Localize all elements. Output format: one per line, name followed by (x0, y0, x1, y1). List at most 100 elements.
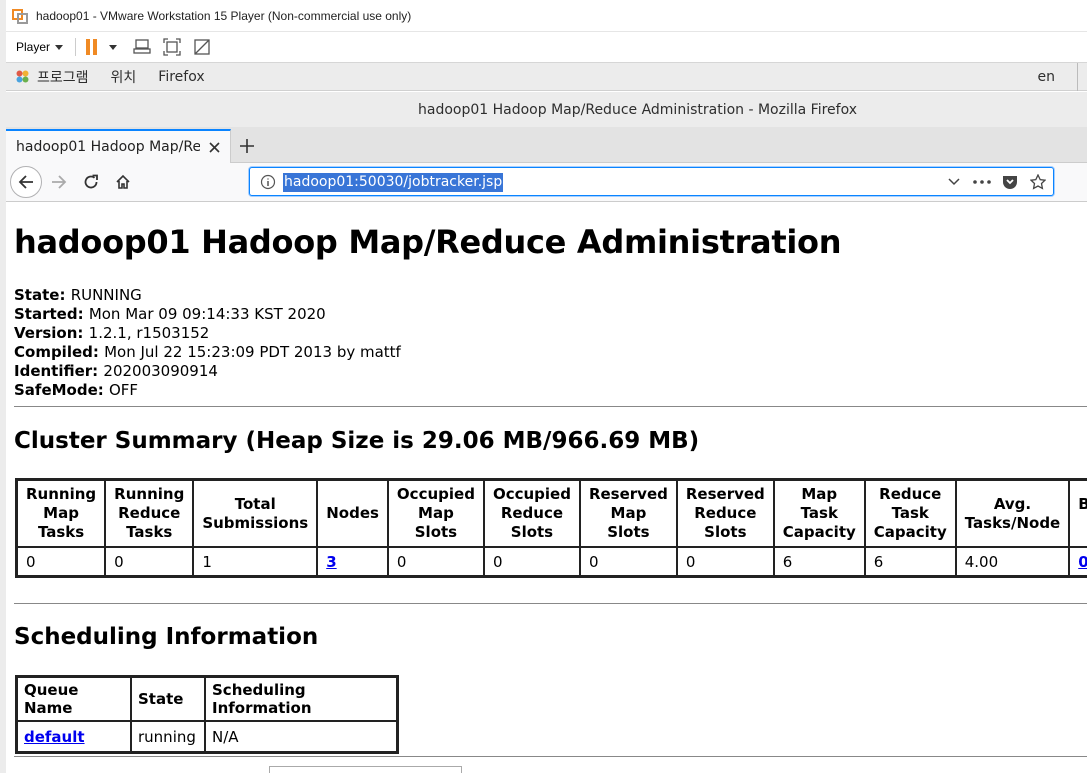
page-content: hadoop01 Hadoop Map/Reduce Administratio… (6, 203, 1087, 773)
url-text[interactable]: hadoop01:50030/jobtracker.jsp (283, 173, 504, 192)
unity-button[interactable] (191, 36, 213, 58)
table-cell: 1 (193, 547, 318, 576)
player-menu-label: Player (16, 40, 51, 54)
toolbar-divider (75, 38, 77, 56)
plus-icon (240, 139, 254, 153)
table-row: default running N/A (17, 721, 397, 752)
info-started: Started: Mon Mar 09 09:14:33 KST 2020 (14, 305, 326, 323)
queue-default-link[interactable]: default (24, 728, 85, 746)
table-cell: 0 (579, 547, 677, 576)
fullscreen-icon (163, 38, 181, 56)
player-menu-button[interactable]: Player (16, 40, 64, 54)
arrow-left-icon (18, 175, 33, 189)
tab-strip: hadoop01 Hadoop Map/Reduce Administratio… (6, 127, 1087, 163)
table-header: Occupied Map Slots (387, 480, 484, 547)
navigation-toolbar: hadoop01:50030/jobtracker.jsp (6, 163, 1087, 202)
cluster-summary-table: Running Map Tasks Running Reduce Tasks T… (15, 478, 1087, 578)
home-button[interactable] (108, 167, 138, 197)
pause-icon (86, 39, 91, 55)
table-cell: 0 (483, 547, 580, 576)
reload-icon (84, 174, 98, 189)
info-state: State: RUNNING (14, 286, 142, 304)
table-cell: 0 (105, 547, 194, 576)
table-cell: 0 (387, 547, 484, 576)
table-header: Nodes (317, 480, 388, 547)
table-cell: 0 (676, 547, 774, 576)
filter-input-partial[interactable] (269, 766, 462, 773)
panel-menu-places-label: 위치 (110, 69, 137, 86)
table-header: Reserved Map Slots (579, 480, 677, 547)
table-header: Running Reduce Tasks (105, 480, 194, 547)
applications-icon (16, 70, 29, 83)
table-cell: 6 (773, 547, 865, 576)
page-actions-menu-icon[interactable] (971, 172, 993, 192)
table-header: Running Map Tasks (17, 480, 106, 547)
panel-system-menu[interactable] (1077, 63, 1087, 91)
divider (14, 756, 1087, 757)
home-icon (116, 174, 130, 189)
pocket-icon[interactable] (999, 172, 1021, 192)
forward-button[interactable] (44, 167, 74, 197)
url-dropdown-chevron-icon[interactable] (943, 172, 965, 192)
table-cell: 0 (17, 547, 106, 576)
jobtracker-info: State: RUNNING Started: Mon Mar 09 09:14… (14, 286, 401, 400)
table-header: State (131, 677, 205, 721)
table-cell: running (131, 721, 205, 752)
scheduling-info-heading: Scheduling Information (14, 624, 319, 650)
url-bar[interactable]: hadoop01:50030/jobtracker.jsp (249, 167, 1054, 196)
table-cell: 6 (864, 547, 956, 576)
table-header: Blacklisted Nodes (1069, 480, 1087, 547)
table-header-row: Running Map Tasks Running Reduce Tasks T… (17, 480, 1087, 547)
back-button[interactable] (10, 166, 42, 198)
ctrl-alt-del-icon (133, 39, 151, 54)
page-title: hadoop01 Hadoop Map/Reduce Administratio… (14, 223, 842, 261)
divider (14, 603, 1087, 604)
pause-button[interactable] (86, 39, 98, 55)
blacklisted-nodes-link[interactable]: 0 (1078, 553, 1087, 571)
unity-icon (194, 39, 210, 55)
fullscreen-button[interactable] (161, 36, 183, 58)
keyboard-language-indicator[interactable]: en (1038, 69, 1056, 85)
panel-menu-firefox[interactable]: Firefox (158, 69, 204, 85)
table-row: 0 0 1 3 0 0 0 0 6 6 4.00 0 0 (17, 547, 1087, 576)
table-cell: 3 (317, 547, 388, 576)
vmware-window-title: hadoop01 - VMware Workstation 15 Player … (36, 8, 412, 23)
bookmark-star-icon[interactable] (1027, 172, 1049, 192)
table-header: Map Task Capacity (773, 480, 865, 547)
new-tab-button[interactable] (236, 135, 258, 157)
send-ctrl-alt-del-button[interactable] (131, 36, 153, 58)
vmware-toolbar: Player (0, 32, 1087, 63)
arrow-right-icon (52, 175, 67, 189)
chevron-down-icon (55, 44, 64, 50)
info-safemode: SafeMode: OFF (14, 381, 139, 399)
panel-menu-places[interactable]: 위치 (111, 67, 137, 87)
vmware-logo-icon (12, 7, 30, 25)
table-cell: default (17, 721, 131, 752)
panel-menu-applications[interactable]: 프로그램 (16, 67, 89, 87)
scheduling-info-table: Queue Name State Scheduling Information … (15, 675, 399, 754)
table-header: Total Submissions (193, 480, 318, 547)
firefox-window-title-bar: hadoop01 Hadoop Map/Reduce Administratio… (6, 92, 1087, 127)
panel-menu-applications-label: 프로그램 (37, 69, 89, 86)
table-header: Reduce Task Capacity (864, 480, 956, 547)
info-compiled: Compiled: Mon Jul 22 15:23:09 PDT 2013 b… (14, 343, 401, 361)
table-header: Occupied Reduce Slots (483, 480, 580, 547)
table-header: Scheduling Information (205, 677, 397, 721)
nodes-link[interactable]: 3 (326, 553, 336, 571)
vmware-title-bar: hadoop01 - VMware Workstation 15 Player … (0, 0, 1087, 32)
pause-dropdown-icon[interactable] (109, 44, 118, 50)
info-version: Version: 1.2.1, r1503152 (14, 324, 210, 342)
tab-jobtracker[interactable]: hadoop01 Hadoop Map/Reduce Administratio… (6, 129, 231, 163)
table-cell: 0 (1069, 547, 1087, 576)
table-cell: 4.00 (955, 547, 1070, 576)
tab-title: hadoop01 Hadoop Map/Reduce Administratio… (16, 139, 200, 155)
firefox-window-title: hadoop01 Hadoop Map/Reduce Administratio… (418, 101, 857, 118)
gnome-top-panel: 프로그램 위치 Firefox en (0, 63, 1087, 91)
table-header: Avg. Tasks/Node (955, 480, 1070, 547)
close-tab-icon[interactable] (206, 139, 222, 155)
table-cell: N/A (205, 721, 397, 752)
site-info-icon[interactable] (260, 174, 276, 190)
info-identifier: Identifier: 202003090914 (14, 362, 218, 380)
reload-button[interactable] (76, 167, 106, 197)
panel-menu-firefox-label: Firefox (158, 68, 205, 85)
